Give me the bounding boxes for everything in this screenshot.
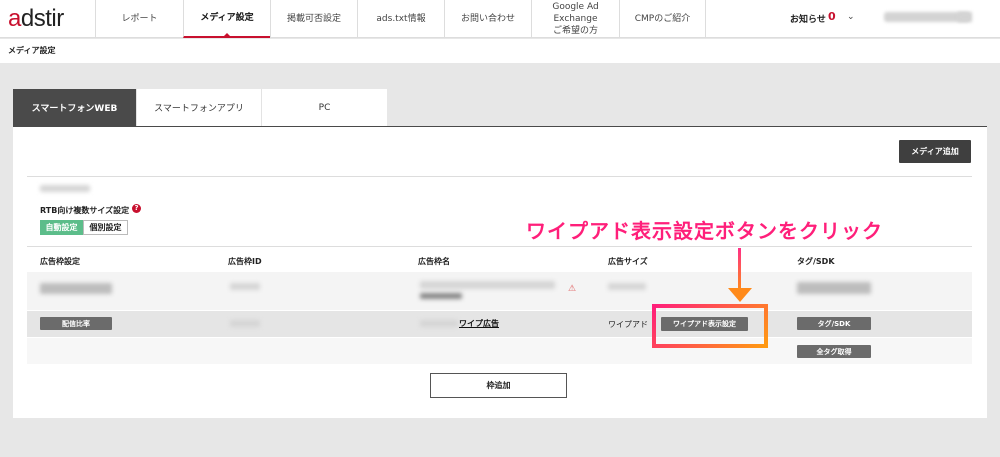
redacted-cell (230, 320, 260, 327)
user-menu-redacted[interactable] (958, 12, 972, 22)
distribution-ratio-button[interactable]: 配信比率 (40, 317, 112, 330)
column-header-ad-frame-name: 広告枠名 (418, 257, 450, 266)
redacted-cell (420, 320, 458, 327)
media-add-button[interactable]: メディア追加 (899, 140, 971, 163)
annotation-arrow-head-icon (728, 288, 752, 302)
adstir-logo[interactable]: adstir (8, 5, 64, 33)
redacted-cell (40, 283, 112, 294)
column-header-tag-sdk: タグ/SDK (797, 257, 835, 266)
breadcrumb-bar: メディア設定 (0, 39, 1000, 63)
nav-google-adx[interactable]: Google Ad Exchange ご希望の方 (531, 0, 619, 38)
media-name-redacted (40, 185, 90, 192)
nav-placement-approval[interactable]: 掲載可否設定 (270, 0, 357, 38)
column-header-ad-frame-id: 広告枠ID (228, 257, 262, 266)
divider (27, 246, 972, 247)
nav-ads-txt[interactable]: ads.txt情報 (357, 0, 444, 38)
ad-frame-name-link[interactable]: ワイプ広告 (459, 318, 499, 329)
top-navigation: adstir レポート メディア設定 掲載可否設定 ads.txt情報 お問い合… (0, 0, 1000, 38)
divider (27, 176, 972, 177)
notice-count-badge: 0 (828, 10, 836, 23)
redacted-cell (420, 281, 555, 289)
column-header-ad-size: 広告サイズ (608, 257, 648, 266)
nav-media-settings[interactable]: メディア設定 (183, 0, 270, 38)
column-header-ad-frame-setting: 広告枠設定 (40, 257, 80, 266)
individual-setting-toggle[interactable]: 個別設定 (83, 220, 128, 235)
add-frame-button[interactable]: 枠追加 (430, 373, 567, 398)
redacted-cell (230, 283, 260, 290)
help-icon[interactable]: ? (132, 204, 141, 213)
annotation-highlight-box (652, 304, 768, 348)
ad-size-value: ワイプアド (608, 320, 648, 329)
tab-smartphone-web[interactable]: スマートフォンWEB (13, 89, 137, 126)
breadcrumb: メディア設定 (8, 46, 56, 55)
tab-smartphone-app[interactable]: スマートフォンアプリ (137, 89, 262, 126)
redacted-cell (608, 283, 646, 290)
tab-pc[interactable]: PC (262, 89, 387, 126)
chevron-down-icon[interactable]: ⌄ (847, 12, 855, 22)
rtb-multi-size-label: RTB向け複数サイズ設定 (40, 206, 130, 215)
auto-setting-toggle[interactable]: 自動設定 (40, 220, 83, 235)
annotation-text: ワイプアド表示設定ボタンをクリック (526, 219, 883, 243)
get-all-tags-button[interactable]: 全タグ取得 (797, 345, 871, 358)
redacted-cell (420, 293, 462, 299)
redacted-cell (797, 282, 871, 294)
notice-label[interactable]: お知らせ (790, 12, 826, 25)
nav-cmp[interactable]: CMPのご紹介 (619, 0, 706, 38)
annotation-arrow-icon (738, 248, 741, 290)
warning-icon: ⚠ (568, 284, 577, 294)
nav-contact[interactable]: お問い合わせ (444, 0, 531, 38)
tag-sdk-button[interactable]: タグ/SDK (797, 317, 871, 330)
nav-report[interactable]: レポート (95, 0, 183, 38)
